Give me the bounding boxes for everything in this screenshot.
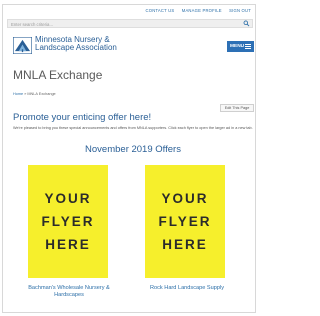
mnla-logo[interactable]: Minnesota Nursery & Landscape Associatio… [13, 35, 117, 55]
flyer-text-line: FLYER [158, 214, 212, 229]
flyer-placeholder[interactable]: YOUR FLYER HERE [145, 165, 225, 278]
page-title: MNLA Exchange [13, 68, 103, 82]
menu-label: MENU [230, 44, 245, 49]
flyer-text-line: YOUR [44, 191, 92, 206]
promo-description: We're pleased to bring you these special… [13, 126, 253, 130]
manage-profile-link[interactable]: MANAGE PROFILE [182, 8, 222, 13]
flyer-caption-link[interactable]: Rock Hard Landscape Supply [137, 285, 237, 292]
search-input[interactable]: Enter search criteria... [7, 19, 253, 28]
flyer-text-line: HERE [45, 237, 91, 252]
sign-out-link[interactable]: SIGN OUT [229, 8, 251, 13]
hamburger-icon [245, 44, 251, 49]
breadcrumb-separator: » [24, 92, 27, 96]
search-icon[interactable] [243, 20, 250, 27]
breadcrumb-current: MNLA Exchange [27, 92, 56, 96]
breadcrumb-home-link[interactable]: Home [13, 92, 23, 96]
brand-name: Minnesota Nursery & Landscape Associatio… [35, 35, 117, 53]
menu-button[interactable]: MENU [227, 41, 254, 52]
flyer-text: YOUR FLYER HERE [145, 187, 225, 256]
flyer-caption-link[interactable]: Bachman's Wholesale Nursery & Hardscapes [19, 285, 119, 298]
promo-heading: Promote your enticing offer here! [13, 112, 152, 123]
edit-page-button[interactable]: Edit This Page [220, 104, 254, 112]
logo-icon [13, 37, 32, 54]
flyer-text-line: FLYER [41, 214, 95, 229]
flyer-text-line: YOUR [161, 191, 209, 206]
browser-page: CONTACT US MANAGE PROFILE SIGN OUT Enter… [2, 4, 256, 313]
breadcrumb: Home » MNLA Exchange [13, 92, 56, 96]
brand-line-2: Landscape Association [35, 43, 117, 53]
contact-us-link[interactable]: CONTACT US [146, 8, 175, 13]
offers-title: November 2019 Offers [85, 144, 181, 155]
flyer-text-line: HERE [162, 237, 208, 252]
search-placeholder: Enter search criteria... [11, 21, 54, 27]
utility-nav: CONTACT US MANAGE PROFILE SIGN OUT [140, 8, 251, 13]
flyer-text: YOUR FLYER HERE [28, 187, 108, 256]
flyer-placeholder[interactable]: YOUR FLYER HERE [28, 165, 108, 278]
